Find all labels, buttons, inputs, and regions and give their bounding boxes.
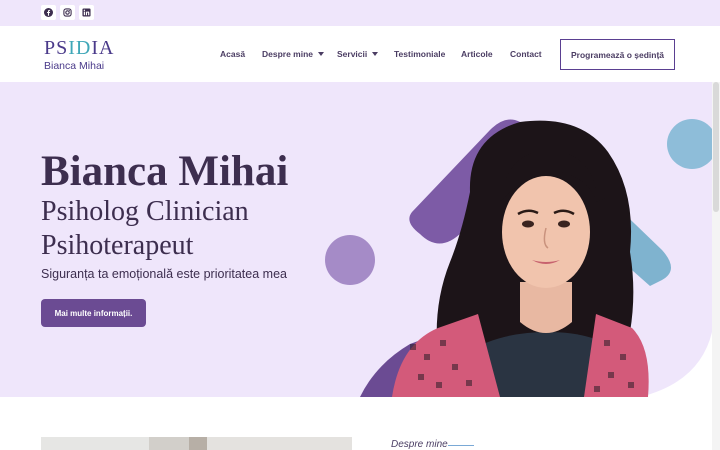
instagram-icon — [63, 8, 72, 17]
nav-label: Acasă — [220, 49, 246, 59]
site-header: PSIDIA Bianca Mihai Acasă Despre mine Se… — [0, 26, 720, 82]
portrait-photo — [392, 120, 649, 397]
nav-label: Articole — [461, 49, 493, 59]
about-photo — [41, 437, 352, 450]
facebook-link[interactable] — [41, 5, 56, 20]
chevron-down-icon — [372, 52, 379, 56]
hero-subtitle-line2: Psihoterapeut — [41, 230, 194, 261]
hero-subtitle-line1: Psiholog Clinician — [41, 196, 249, 227]
scrollbar-thumb[interactable] — [713, 82, 719, 212]
decor-purple-circle — [325, 235, 375, 285]
nav-acasa[interactable]: Acasă — [220, 26, 245, 82]
top-social-bar — [0, 0, 720, 26]
hero-tagline: Siguranța ta emoțională este prioritatea… — [41, 267, 287, 281]
nav-contact[interactable]: Contact — [510, 26, 542, 82]
nav-despre-mine[interactable]: Despre mine — [262, 26, 325, 82]
logo-name: Bianca Mihai — [44, 60, 105, 72]
nav-servicii[interactable]: Servicii — [337, 26, 379, 82]
facebook-icon — [44, 8, 53, 17]
linkedin-icon — [82, 8, 91, 17]
nav-articole[interactable]: Articole — [461, 26, 493, 82]
logo-wordmark: PSIDIA — [44, 37, 115, 59]
book-session-button[interactable]: Programează o ședință — [560, 39, 675, 70]
nav-testimoniale[interactable]: Testimoniale — [394, 26, 445, 82]
decor-blue-circle — [667, 119, 712, 169]
hero-title: Bianca Mihai — [41, 148, 289, 195]
about-label-divider — [448, 445, 474, 446]
hero-section: Bianca Mihai Psiholog Clinician Psihoter… — [0, 82, 712, 397]
about-section-label: Despre mine — [391, 439, 448, 450]
more-info-button[interactable]: Mai multe informații. — [41, 299, 146, 327]
nav-label: Despre mine — [262, 49, 314, 59]
nav-label: Testimoniale — [394, 49, 446, 59]
nav-label: Contact — [510, 49, 542, 59]
chevron-down-icon — [318, 52, 325, 56]
page-scrollbar[interactable] — [712, 82, 720, 450]
decor-white-curve — [640, 332, 712, 397]
instagram-link[interactable] — [60, 5, 75, 20]
nav-label: Servicii — [337, 49, 368, 59]
linkedin-link[interactable] — [79, 5, 94, 20]
site-logo[interactable]: PSIDIA Bianca Mihai — [44, 37, 114, 73]
